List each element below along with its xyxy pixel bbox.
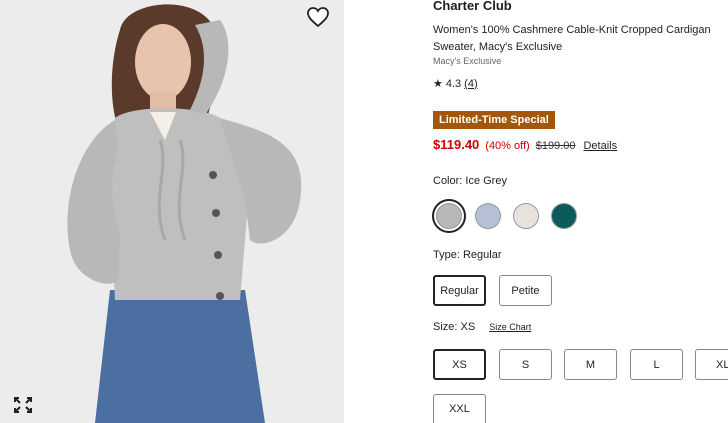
size-option-xs[interactable]: XS <box>433 349 486 380</box>
promo-badge: Limited-Time Special <box>433 111 555 129</box>
zoom-button[interactable] <box>13 396 33 414</box>
size-label-row: Size: XS Size Chart <box>433 321 531 333</box>
product-image[interactable] <box>0 0 344 423</box>
color-label: Color: Ice Grey <box>433 175 507 187</box>
expand-icon <box>14 397 32 413</box>
discount-percent: (40% off) <box>485 140 530 152</box>
size-label: Size: XS <box>433 321 476 333</box>
review-count[interactable]: (4) <box>464 78 477 90</box>
size-option-m[interactable]: M <box>564 349 617 380</box>
size-option-l[interactable]: L <box>630 349 683 380</box>
swatch-light-blue[interactable] <box>475 203 501 229</box>
product-photo <box>0 0 344 423</box>
original-price: $199.00 <box>535 140 576 152</box>
type-option-petite[interactable]: Petite <box>499 275 552 306</box>
rating-value: 4.3 <box>445 77 462 90</box>
size-chart-link[interactable]: Size Chart <box>489 322 531 332</box>
price-row: $119.40 (40% off) $199.00 Details <box>433 137 617 152</box>
size-option-s[interactable]: S <box>499 349 552 380</box>
brand-name[interactable]: Charter Club <box>433 0 512 13</box>
size-option-xxl[interactable]: XXL <box>433 394 486 423</box>
heart-icon <box>307 7 329 28</box>
rating[interactable]: ★ 4.3 (4) <box>433 77 478 91</box>
size-option-xl[interactable]: XL <box>695 349 728 380</box>
exclusive-tag: Macy's Exclusive <box>433 56 502 66</box>
product-title: Women's 100% Cashmere Cable-Knit Cropped… <box>433 24 711 53</box>
swatch-ice-grey[interactable] <box>432 199 466 233</box>
price-details-link[interactable]: Details <box>583 140 617 152</box>
favorite-button[interactable] <box>306 6 330 28</box>
type-label: Type: Regular <box>433 249 502 261</box>
sale-price: $119.40 <box>433 137 480 152</box>
swatch-teal[interactable] <box>551 203 577 229</box>
star-icon: ★ <box>433 78 443 90</box>
type-option-regular[interactable]: Regular <box>433 275 486 306</box>
swatch-cream[interactable] <box>513 203 539 229</box>
